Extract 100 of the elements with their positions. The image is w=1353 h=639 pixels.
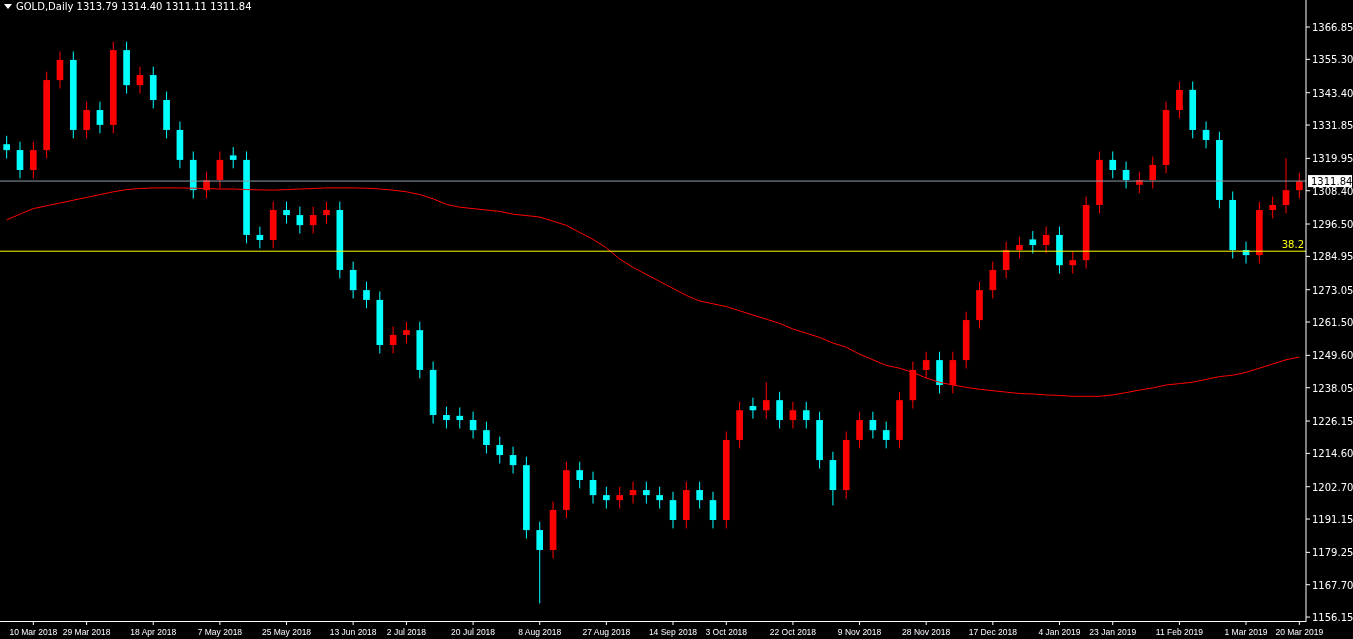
candle (576, 461, 584, 489)
candle (136, 66, 144, 95)
candle (1096, 151, 1103, 214)
candle (896, 391, 903, 449)
candle (829, 451, 837, 506)
candle (1282, 157, 1290, 214)
candle (696, 481, 703, 510)
date-label: 2 Jul 2018 (386, 627, 427, 637)
candle (309, 206, 317, 235)
price-label: 1343.40 (1312, 87, 1353, 99)
candle (1189, 81, 1197, 139)
candle (176, 121, 184, 169)
price-label: 1366.85 (1312, 22, 1353, 33)
candle (603, 486, 610, 510)
price-label: 1202.70 (1312, 481, 1353, 493)
candle (123, 41, 130, 95)
candle (1056, 226, 1063, 275)
date-label: 28 Nov 2018 (902, 627, 951, 637)
price-label: 1319.95 (1312, 153, 1353, 165)
date-label: 8 Aug 2018 (518, 627, 562, 637)
candle (1256, 201, 1263, 264)
price-label: 1261.50 (1312, 317, 1353, 329)
candle (1042, 226, 1050, 254)
candle (3, 135, 10, 159)
candle (1296, 172, 1303, 200)
fibonacci-label: 38.2 (1281, 239, 1304, 251)
date-label: 27 Aug 2018 (582, 627, 631, 637)
candle (283, 201, 290, 224)
candle (549, 501, 557, 559)
candle (949, 351, 957, 394)
date-label: 29 Mar 2018 (62, 627, 111, 637)
candle (1016, 236, 1023, 259)
candle (1109, 151, 1117, 179)
candle (363, 281, 370, 309)
date-label: 1 Mar 2019 (1224, 627, 1268, 637)
price-label: 1331.85 (1312, 120, 1353, 132)
date-label: 13 Jun 2018 (329, 627, 377, 637)
candle (856, 411, 863, 449)
candle (403, 321, 410, 344)
candle (376, 291, 384, 354)
candle (1069, 251, 1077, 275)
candle (616, 486, 623, 510)
date-label: 20 Jul 2018 (451, 627, 496, 637)
candle (1269, 196, 1276, 219)
date-label: 3 Oct 2018 (705, 627, 748, 637)
candle (456, 406, 464, 429)
price-label: 1156.15 (1312, 612, 1353, 624)
candle (776, 391, 783, 429)
price-label: 1249.60 (1312, 350, 1353, 362)
price-label: 1167.70 (1312, 579, 1353, 591)
price-label: 1238.05 (1312, 382, 1353, 394)
candle (483, 421, 490, 454)
candle (83, 101, 90, 139)
candle (203, 171, 210, 200)
candle (349, 261, 357, 299)
candle (296, 206, 304, 235)
date-label: 18 Apr 2018 (130, 627, 177, 637)
candle (429, 361, 437, 424)
price-label: 1191.15 (1312, 514, 1353, 526)
candle (683, 481, 690, 529)
candle (736, 401, 743, 449)
candle (869, 411, 877, 440)
price-label: 1273.05 (1312, 284, 1353, 296)
price-label: 1214.60 (1312, 448, 1353, 460)
candle (589, 471, 597, 504)
date-label: 10 Mar 2018 (9, 627, 58, 637)
candle (189, 151, 197, 200)
candle (389, 326, 397, 354)
candle (922, 351, 930, 379)
price-label: 1179.25 (1312, 547, 1353, 559)
candle (629, 481, 637, 504)
candle (762, 381, 770, 420)
date-label: 11 Feb 2019 (1155, 627, 1203, 637)
candle (802, 401, 810, 429)
price-label: 1284.95 (1312, 251, 1353, 263)
candle (1149, 156, 1157, 189)
candle (323, 201, 330, 224)
date-label: 4 Jan 2019 (1038, 627, 1081, 637)
candle (16, 141, 24, 179)
candle (1122, 161, 1130, 189)
candle (989, 261, 997, 299)
candle (1202, 121, 1210, 149)
dropdown-triangle-icon[interactable] (4, 4, 12, 9)
candle (416, 321, 424, 379)
candle (30, 141, 37, 179)
candle (1242, 241, 1250, 264)
date-label: 23 Jan 2019 (1089, 627, 1137, 637)
date-label: 17 Dec 2018 (968, 627, 1017, 637)
candle (909, 361, 917, 410)
date-label: 22 Oct 2018 (769, 627, 817, 637)
candle (56, 51, 64, 89)
price-label: 1308.40 (1312, 185, 1353, 197)
candle (269, 201, 277, 249)
candle (789, 401, 797, 429)
candle (669, 491, 677, 529)
candle (1029, 230, 1037, 254)
candle (163, 91, 170, 139)
date-label: 14 Sep 2018 (648, 627, 698, 637)
candle (256, 226, 264, 249)
price-label: 1355.30 (1312, 54, 1353, 66)
